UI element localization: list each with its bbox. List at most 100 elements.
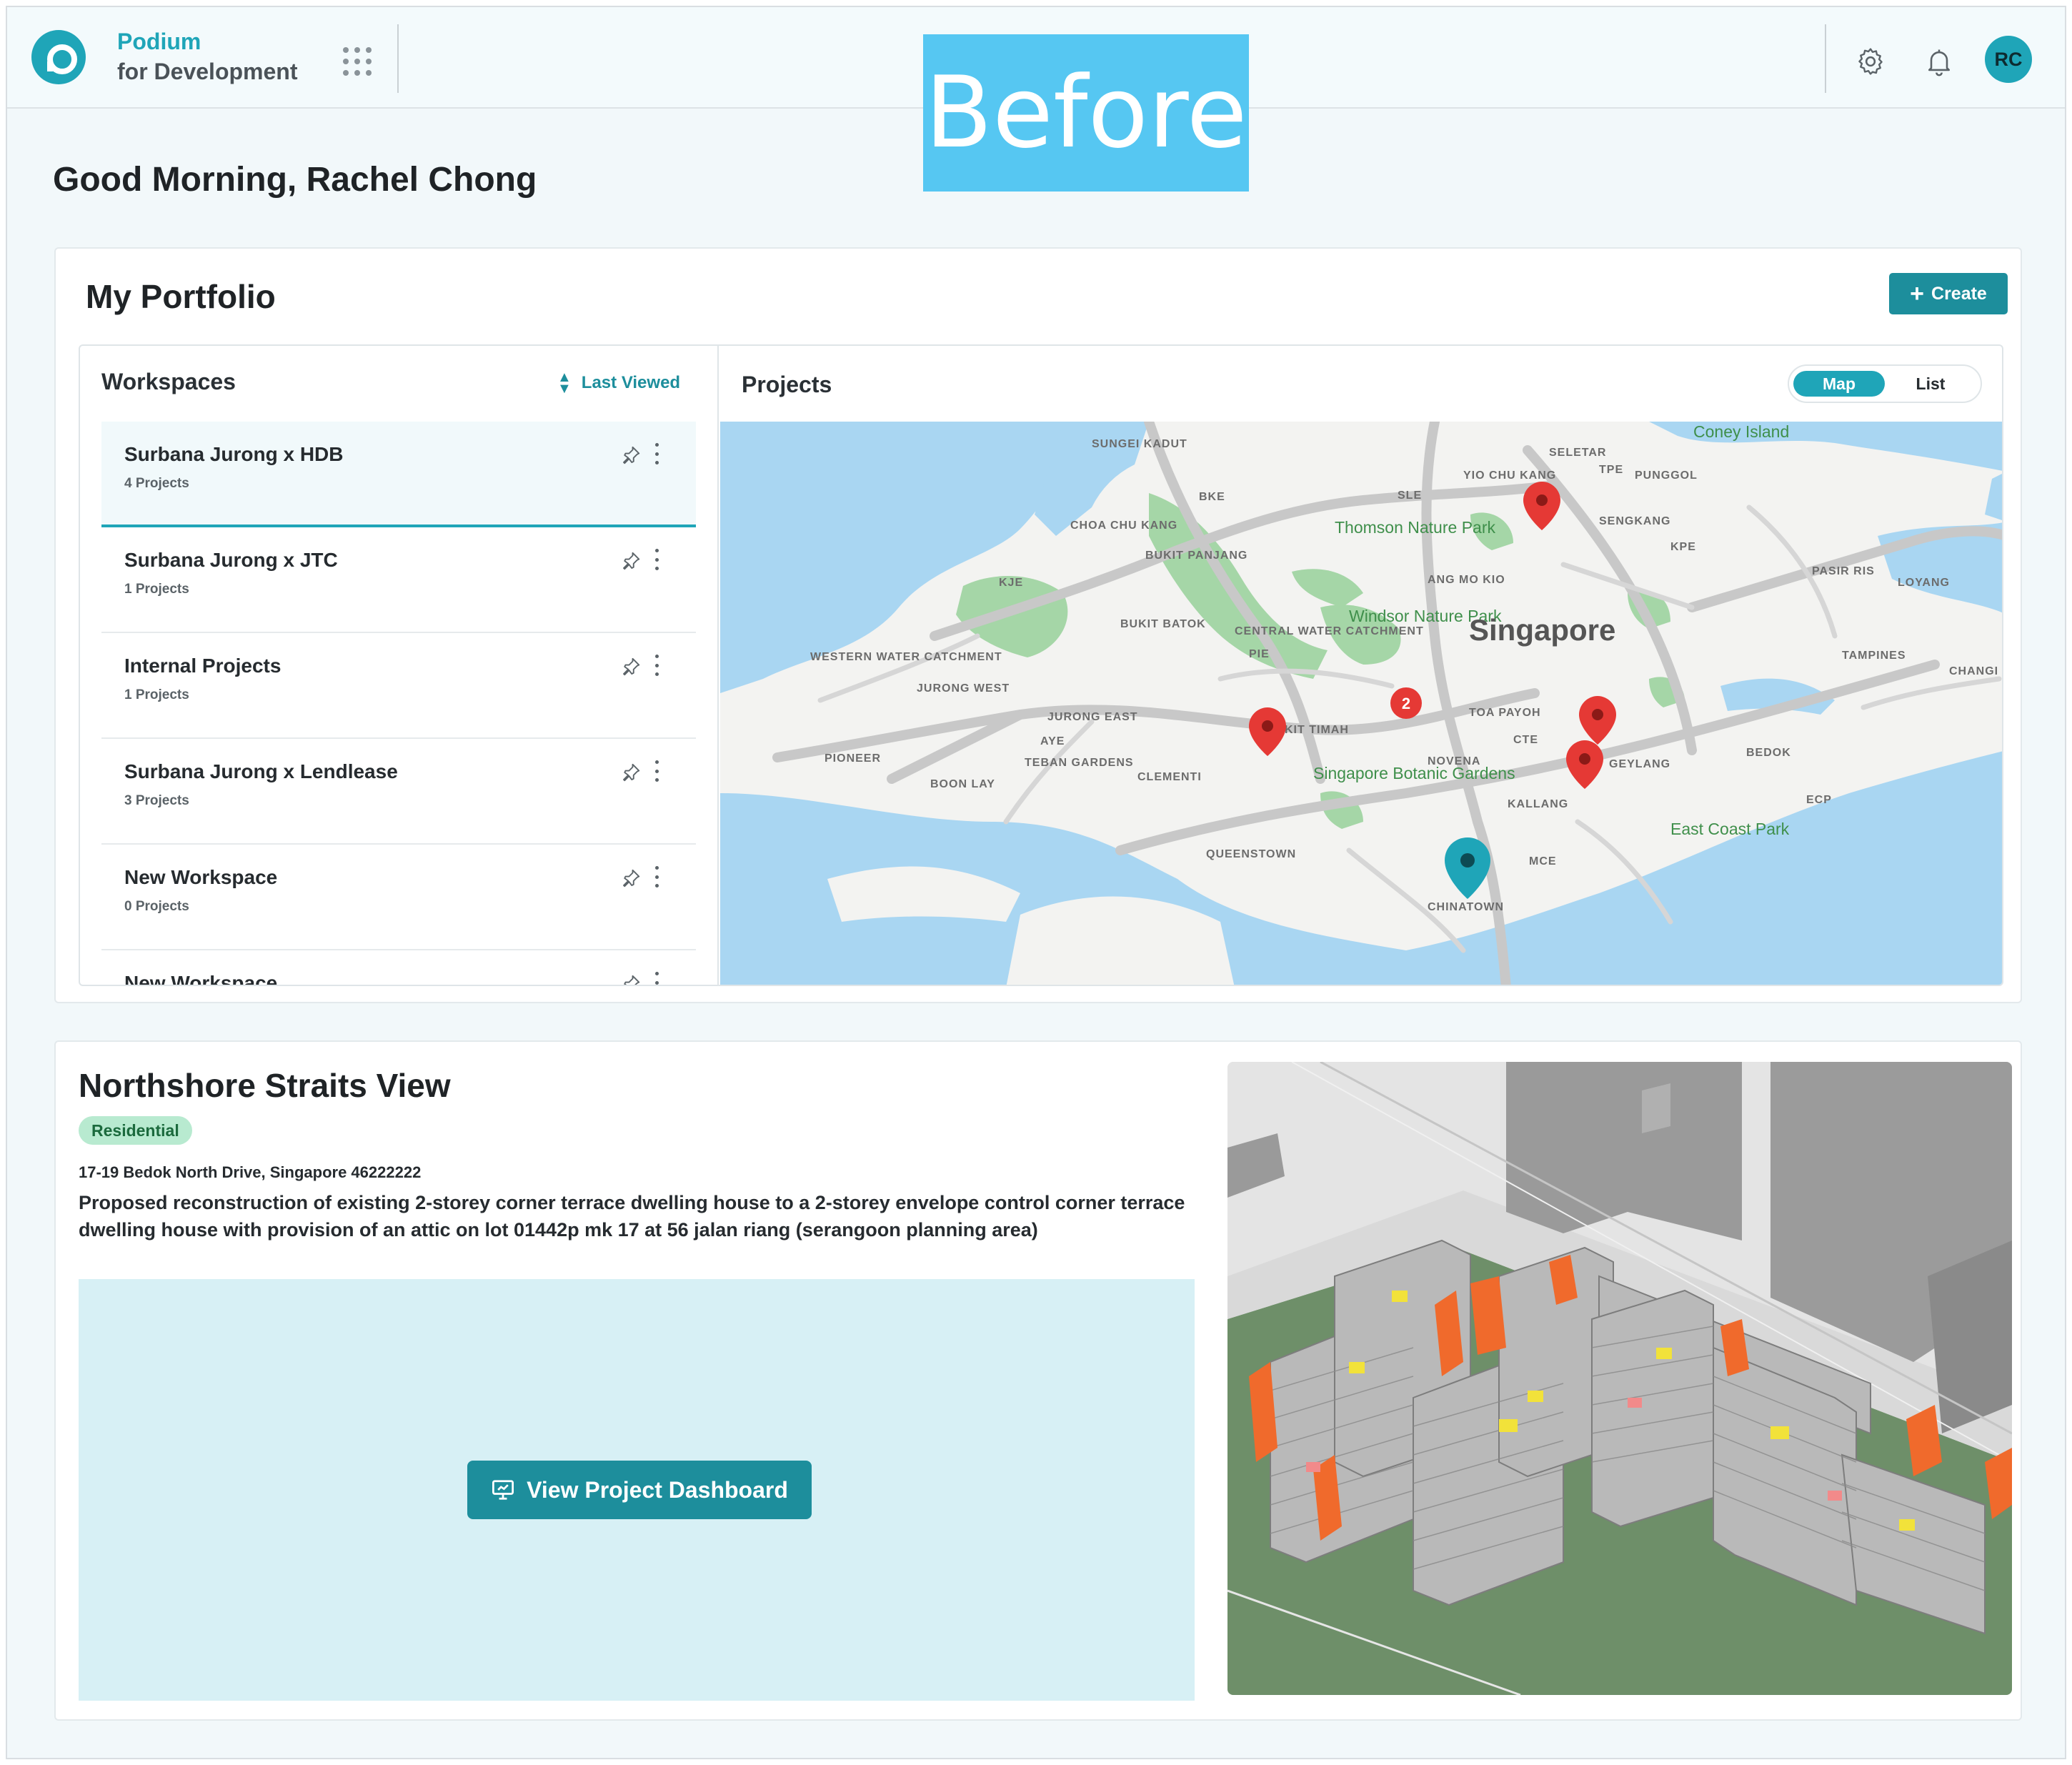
workspace-item[interactable]: Surbana Jurong x JTC 1 Projects (101, 527, 696, 633)
workspace-item[interactable]: Surbana Jurong x HDB 4 Projects (101, 422, 696, 527)
map-label: CLEMENTI (1137, 771, 1202, 783)
more-options-icon[interactable] (653, 655, 660, 676)
map-label: BOON LAY (930, 778, 995, 790)
more-options-icon[interactable] (653, 866, 660, 888)
map-label: Coney Island (1693, 422, 1789, 441)
more-options-icon[interactable] (653, 972, 660, 985)
pin-icon[interactable] (620, 444, 642, 466)
workspace-name: Internal Projects (124, 655, 282, 677)
workspace-item[interactable]: New Workspace 0 Projects (101, 845, 696, 950)
map-label: JURONG EAST (1047, 711, 1138, 723)
workspace-list: Surbana Jurong x HDB 4 Projects Surbana … (101, 422, 696, 985)
project-name: Northshore Straits View (79, 1067, 451, 1104)
workspace-name: Surbana Jurong x HDB (124, 443, 344, 465)
projects-map[interactable]: SUNGEI KADUT SELETAR YIO CHU KANG PUNGGO… (720, 422, 2002, 985)
portfolio-panel: Workspaces ▲ ▼ Last Viewed Surbana Jurong… (79, 344, 2003, 986)
workspace-name: New Workspace (124, 866, 278, 888)
podium-logo[interactable] (31, 30, 86, 84)
pin-icon[interactable] (620, 867, 642, 889)
map-label: East Coast Park (1670, 820, 1790, 838)
map-label: SLE (1398, 489, 1422, 502)
map-label: TOA PAYOH (1469, 707, 1541, 719)
more-options-icon[interactable] (653, 443, 660, 464)
map-label: PASIR RIS (1812, 565, 1875, 577)
workspace-project-count: 0 Projects (124, 899, 189, 914)
building-render-image (1227, 1062, 2012, 1695)
map-label: TPE (1599, 464, 1623, 476)
map-label: JURONG WEST (917, 682, 1010, 695)
cluster-marker[interactable]: 2 (1390, 687, 1422, 719)
workspace-item[interactable]: Surbana Jurong x Lendlease 3 Projects (101, 739, 696, 845)
map-label: BUKIT BATOK (1120, 618, 1206, 630)
map-label: CHINATOWN (1428, 901, 1504, 913)
map-label: KIT TIMAH (1285, 724, 1349, 736)
settings-gear-icon[interactable] (1855, 46, 1886, 77)
map-label: ANG MO KIO (1428, 574, 1505, 586)
view-dashboard-button[interactable]: View Project Dashboard (467, 1461, 812, 1519)
project-address: 17-19 Bedok North Drive, Singapore 46222… (79, 1163, 422, 1181)
app-launcher-icon[interactable] (343, 47, 372, 76)
map-label: QUEENSTOWN (1206, 848, 1296, 860)
pin-icon[interactable] (620, 762, 642, 783)
map-label: BUKIT PANJANG (1145, 550, 1247, 562)
workspaces-title: Workspaces (101, 369, 236, 394)
view-toggle: Map List (1788, 364, 1982, 403)
map-label: TEBAN GARDENS (1025, 757, 1134, 769)
project-preview-area: View Project Dashboard (79, 1279, 1195, 1701)
map-label: Singapore Botanic Gardens (1313, 764, 1515, 782)
before-overlay-label: Before (923, 34, 1249, 192)
map-label: GEYLANG (1609, 758, 1670, 770)
map-label: YIO CHU KANG (1463, 469, 1556, 482)
project-description: Proposed reconstruction of existing 2-st… (79, 1192, 1185, 1241)
map-view-toggle[interactable]: Map (1793, 371, 1885, 397)
map-label: LOYANG (1898, 577, 1950, 589)
sort-label: Last Viewed (581, 373, 681, 392)
more-options-icon[interactable] (653, 760, 660, 782)
header-divider (397, 24, 399, 93)
pin-icon[interactable] (620, 550, 642, 572)
map-label: CHANGI (1949, 665, 1998, 677)
plus-icon: + (1910, 280, 1925, 307)
workspace-item[interactable]: Internal Projects 1 Projects (101, 633, 696, 739)
cluster-count: 2 (1402, 695, 1410, 712)
project-card: Northshore Straits View Residential 17-1… (54, 1040, 2022, 1721)
list-view-toggle[interactable]: List (1885, 371, 1976, 397)
brand-name: Podium (117, 29, 201, 54)
create-button[interactable]: + Create (1889, 273, 2008, 314)
user-avatar[interactable]: RC (1985, 36, 2032, 83)
map-label: SUNGEI KADUT (1092, 438, 1187, 450)
app-window: Podium for Development RC Before Good Mo… (6, 6, 2066, 1759)
map-label: MCE (1529, 855, 1557, 867)
greeting-heading: Good Morning, Rachel Chong (53, 161, 537, 199)
map-label: CTE (1513, 734, 1538, 746)
more-options-icon[interactable] (653, 549, 660, 570)
notification-bell-icon[interactable] (1923, 46, 1955, 77)
sort-dropdown[interactable]: ▲ ▼ Last Viewed (557, 369, 681, 397)
header-divider (1825, 24, 1826, 93)
workspace-name: New Workspace (124, 972, 278, 985)
dashboard-monitor-icon (492, 1480, 514, 1500)
map-label: ECP (1806, 794, 1832, 806)
workspace-project-count: 1 Projects (124, 582, 189, 597)
map-label: CHOA CHU KANG (1070, 519, 1177, 532)
projects-title: Projects (742, 372, 832, 397)
brand-subtitle: for Development (117, 59, 298, 84)
map-label: CENTRAL WATER CATCHMENT (1235, 625, 1424, 637)
map-label: AYE (1040, 735, 1065, 747)
map-label: PIE (1249, 648, 1270, 660)
map-label: SENGKANG (1599, 515, 1670, 527)
workspace-item[interactable]: New Workspace (101, 950, 696, 985)
sort-arrows-icon: ▲ ▼ (557, 369, 572, 397)
workspace-project-count: 3 Projects (124, 793, 189, 808)
map-label: BKE (1199, 491, 1225, 503)
pin-icon[interactable] (620, 656, 642, 677)
map-label: BEDOK (1746, 747, 1791, 759)
map-city-label: Singapore (1469, 613, 1615, 647)
map-label: Thomson Nature Park (1335, 518, 1495, 537)
project-3d-render[interactable] (1227, 1062, 2012, 1695)
map-label: PUNGGOL (1635, 469, 1698, 482)
pin-icon[interactable] (620, 973, 642, 985)
map-label: KJE (999, 577, 1023, 589)
workspace-project-count: 4 Projects (124, 476, 189, 491)
map-canvas[interactable]: SUNGEI KADUT SELETAR YIO CHU KANG PUNGGO… (720, 422, 2002, 985)
